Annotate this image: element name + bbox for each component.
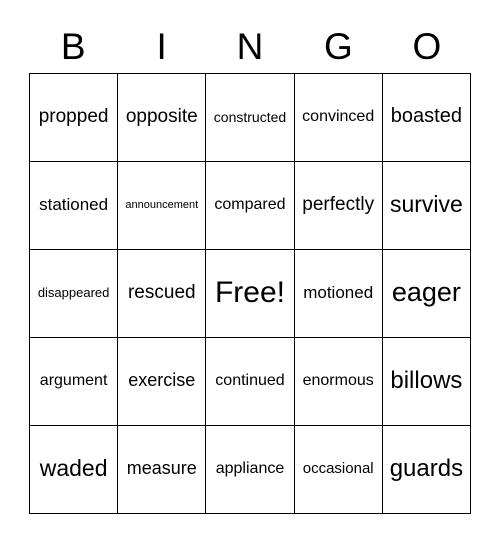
bingo-cell[interactable]: continued bbox=[206, 338, 295, 426]
header-letter-b: B bbox=[60, 26, 86, 67]
bingo-cell[interactable]: survive bbox=[382, 162, 471, 250]
bingo-cell[interactable]: occasional bbox=[294, 426, 383, 514]
bingo-grid: propped opposite constructed convinced b… bbox=[29, 73, 471, 514]
free-space-cell[interactable]: Free! bbox=[206, 250, 295, 338]
bingo-cell[interactable]: disappeared bbox=[30, 250, 119, 338]
header-letter-o: O bbox=[412, 26, 442, 67]
bingo-cell[interactable]: enormous bbox=[294, 338, 383, 426]
header-letter-n: N bbox=[236, 26, 264, 67]
bingo-cell[interactable]: motioned bbox=[294, 250, 383, 338]
bingo-cell[interactable]: eager bbox=[382, 250, 471, 338]
bingo-cell[interactable]: appliance bbox=[206, 426, 295, 514]
bingo-header: B I N G O bbox=[29, 22, 471, 72]
bingo-cell[interactable]: waded bbox=[30, 426, 119, 514]
header-letter-g: G bbox=[324, 26, 353, 67]
bingo-cell[interactable]: measure bbox=[118, 426, 207, 514]
header-letter-i: I bbox=[156, 26, 167, 67]
bingo-cell[interactable]: billows bbox=[382, 338, 471, 426]
bingo-cell[interactable]: opposite bbox=[118, 74, 207, 162]
bingo-cell[interactable]: perfectly bbox=[294, 162, 383, 250]
bingo-cell[interactable]: announcement bbox=[118, 162, 207, 250]
bingo-cell[interactable]: guards bbox=[382, 426, 471, 514]
bingo-cell[interactable]: convinced bbox=[294, 74, 383, 162]
bingo-cell[interactable]: exercise bbox=[118, 338, 207, 426]
bingo-cell[interactable]: stationed bbox=[30, 162, 119, 250]
bingo-cell[interactable]: propped bbox=[30, 74, 119, 162]
bingo-cell[interactable]: argument bbox=[30, 338, 119, 426]
bingo-cell[interactable]: constructed bbox=[206, 74, 295, 162]
bingo-cell[interactable]: rescued bbox=[118, 250, 207, 338]
bingo-cell[interactable]: boasted bbox=[382, 74, 471, 162]
bingo-cell[interactable]: compared bbox=[206, 162, 295, 250]
